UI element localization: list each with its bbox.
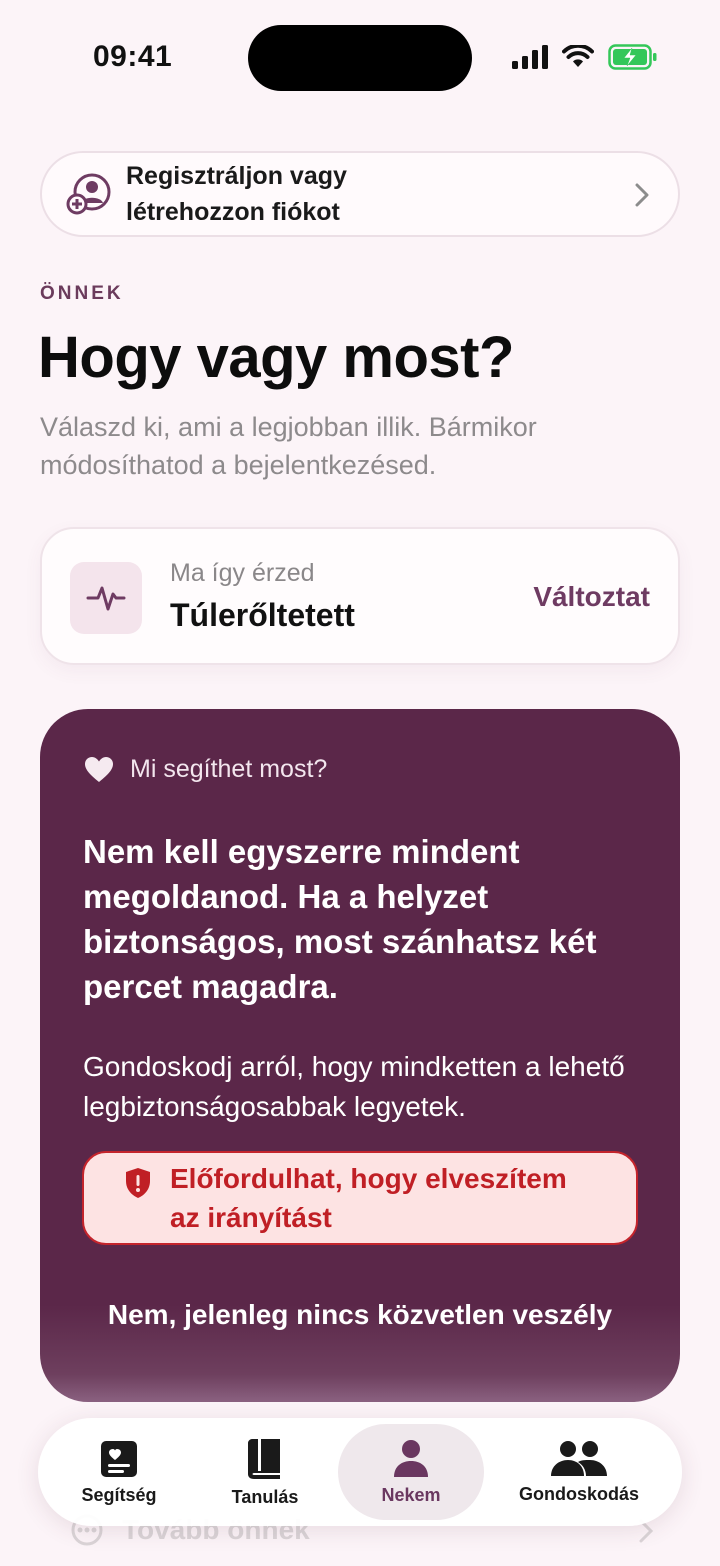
tab-help-label: Segítség — [81, 1484, 157, 1505]
status-bar: 09:41 — [0, 0, 720, 120]
lose-control-line1: Előfordulhat, hogy elveszítem — [170, 1163, 567, 1194]
feeling-value: Túlerőltetett — [170, 597, 355, 633]
lose-control-button[interactable]: Előfordulhat, hogy elveszítem az irányít… — [82, 1151, 638, 1245]
tab-care-label: Gondoskodás — [518, 1483, 639, 1504]
page-title: Hogy vagy most? — [38, 325, 514, 390]
battery-icon — [608, 44, 657, 70]
tab-learning[interactable]: Tanulás — [206, 1418, 324, 1526]
pulse-icon-box — [70, 562, 142, 634]
help-heading-text: Mi segíthet most? — [130, 755, 328, 783]
pulse-icon — [86, 586, 126, 611]
heart-icon — [85, 757, 113, 782]
register-label-line2: létrehozzon fiókot — [126, 198, 340, 226]
help-heading: Mi segíthet most? — [84, 755, 327, 784]
chevron-right-icon — [635, 183, 649, 207]
tab-bar: Segítség Tanulás Nekem Gondoskodás — [38, 1418, 682, 1526]
wifi-icon — [562, 45, 594, 67]
tab-care[interactable]: Gondoskodás — [514, 1418, 644, 1526]
register-card[interactable]: Regisztráljon vagy létrehozzon fiókot — [40, 151, 680, 237]
tab-learning-label: Tanulás — [231, 1486, 299, 1507]
tab-help[interactable]: Segítség — [60, 1418, 178, 1526]
help-card: Mi segíthet most? Nem kell egyszerre min… — [40, 709, 680, 1402]
people-icon — [551, 1440, 607, 1476]
register-label-line1: Regisztráljon vagy — [126, 162, 347, 190]
no-danger-button[interactable]: Nem, jelenleg nincs közvetlen veszély — [40, 1299, 680, 1331]
tab-for-me[interactable]: Nekem — [338, 1424, 484, 1520]
signal-icon — [512, 45, 548, 69]
help-sub-text: Gondoskodj arról, hogy mindketten a lehe… — [83, 1051, 625, 1122]
section-eyebrow: ÖNNEK — [40, 283, 124, 304]
feeling-label: Ma így érzed — [170, 559, 315, 587]
add-account-icon — [66, 173, 111, 215]
page-subtitle: Válaszd ki, ami a legjobban illik. Bármi… — [40, 412, 537, 480]
status-icons — [512, 44, 658, 70]
change-feeling-button[interactable]: Változtat — [533, 581, 650, 613]
status-time: 09:41 — [93, 40, 173, 73]
lose-control-label: Előfordulhat, hogy elveszítem az irányít… — [170, 1159, 567, 1237]
book-icon — [248, 1438, 280, 1479]
shield-alert-icon — [126, 1168, 150, 1198]
person-icon — [394, 1439, 428, 1477]
dynamic-island — [248, 25, 472, 91]
lose-control-line2: az irányítást — [170, 1202, 332, 1233]
feeling-card[interactable]: Ma így érzed Túlerőltetett Változtat — [40, 527, 680, 665]
tab-for-me-label: Nekem — [381, 1484, 441, 1505]
help-main-text: Nem kell egyszerre mindent megoldanod. H… — [83, 833, 597, 1005]
help-card-icon — [101, 1440, 137, 1477]
register-label: Regisztráljon vagy létrehozzon fiókot — [126, 158, 347, 230]
